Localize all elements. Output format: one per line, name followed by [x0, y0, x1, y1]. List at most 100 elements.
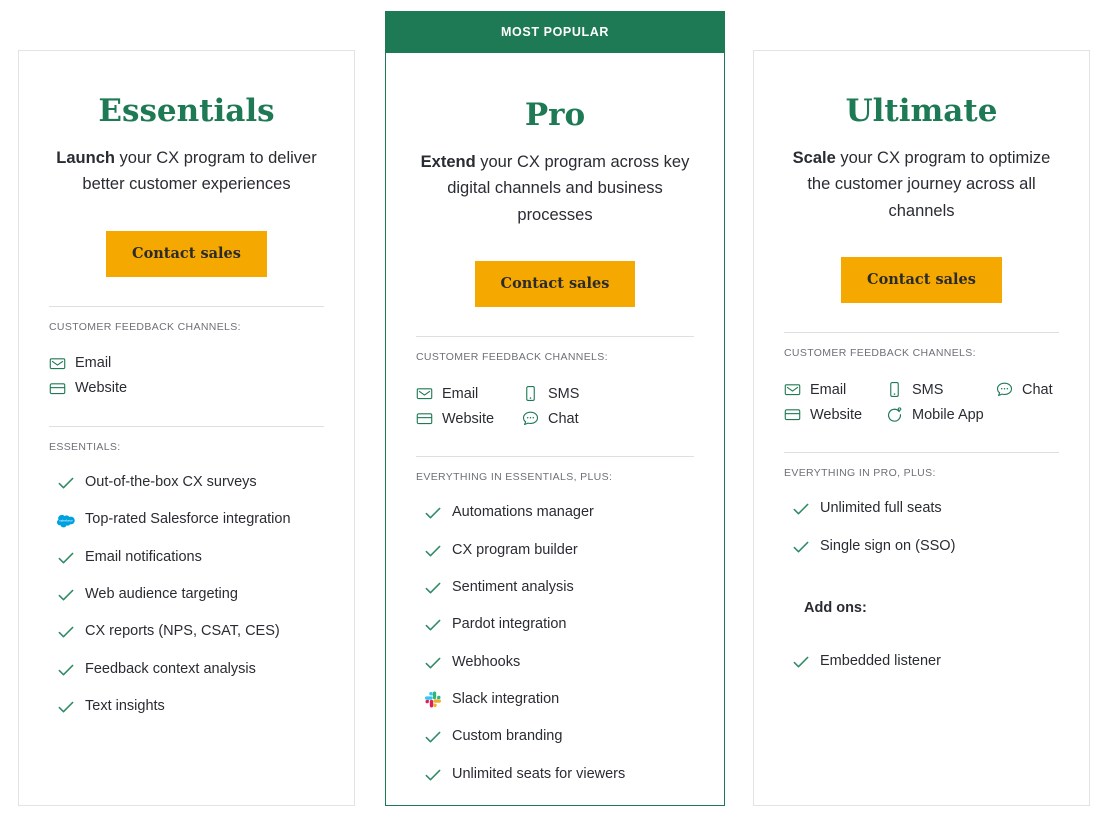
- feature-label: CX reports (NPS, CSAT, CES): [85, 623, 280, 640]
- plan-tagline-rest: your CX program to optimize the customer…: [807, 149, 1051, 220]
- contact-sales-button[interactable]: Contact sales: [841, 257, 1002, 304]
- plan-card-pro: Pro Extend your CX program across key dig…: [385, 11, 725, 806]
- feature-label: Out-of-the-box CX surveys: [85, 473, 257, 490]
- plan-tagline: Launch your CX program to deliver better…: [49, 145, 324, 198]
- addons-heading: Add ons:: [804, 599, 867, 616]
- feature-label: Email notifications: [85, 548, 202, 565]
- sms-icon: [522, 385, 539, 402]
- channel-item: Chat: [522, 410, 694, 427]
- features-section-label: EVERYTHING IN PRO, PLUS:: [784, 467, 936, 480]
- check-icon: [424, 579, 442, 597]
- feature-item: Single sign on (SSO): [792, 537, 1059, 556]
- plan-card-essentials: Essentials Launch your CX program to deli…: [18, 50, 355, 806]
- feature-label: Webhooks: [452, 653, 521, 670]
- feature-item: Embedded listener: [792, 652, 1059, 671]
- website-icon: [416, 410, 433, 427]
- svg-text:salesforce: salesforce: [59, 518, 73, 522]
- feature-item: Text insights: [57, 697, 324, 716]
- feature-label: Custom branding: [452, 728, 563, 745]
- feature-label: Text insights: [85, 697, 165, 714]
- check-icon: [424, 654, 442, 672]
- feature-label: Sentiment analysis: [452, 578, 574, 595]
- chat-icon: [996, 381, 1013, 398]
- channel-item: Email: [416, 385, 508, 402]
- feature-label: Web audience targeting: [85, 585, 238, 602]
- chat-icon: [522, 410, 539, 427]
- plan-card-body: Pro Extend your CX program across key dig…: [386, 11, 724, 805]
- email-icon: [784, 381, 801, 398]
- feature-label: Top-rated Salesforce integration: [85, 511, 291, 528]
- plan-tagline: Scale your CX program to optimize the cu…: [784, 145, 1059, 224]
- salesforce-icon: salesforce: [57, 511, 75, 529]
- check-icon: [424, 766, 442, 784]
- features-section-label: ESSENTIALS:: [49, 440, 121, 453]
- check-icon: [57, 549, 75, 567]
- feature-label: Unlimited seats for viewers: [452, 765, 626, 782]
- plan-card-ultimate: Ultimate Scale your CX program to optimiz…: [753, 50, 1090, 806]
- plan-tagline-rest: your CX program to deliver better custom…: [82, 149, 317, 194]
- feature-label: Slack integration: [452, 690, 560, 707]
- channel-label: Mobile App: [912, 406, 984, 423]
- channels-section-label: CUSTOMER FEEDBACK CHANNELS:: [784, 347, 976, 360]
- channel-list: Email Website SMS Chat: [416, 385, 694, 427]
- most-popular-badge: MOST POPULAR: [385, 11, 725, 53]
- feature-item: Pardot integration: [424, 615, 694, 634]
- feature-item: Sentiment analysis: [424, 578, 694, 597]
- contact-sales-button[interactable]: Contact sales: [106, 230, 267, 277]
- channel-item: SMS: [886, 381, 982, 398]
- feature-list: Embedded listener: [784, 652, 1059, 689]
- cta-container: Contact sales: [784, 257, 1059, 304]
- feature-list: Unlimited full seats Single sign on (SSO): [784, 499, 1059, 574]
- feature-item: Automations manager: [424, 503, 694, 522]
- section-divider: [416, 456, 694, 458]
- channel-item: Chat: [996, 381, 1059, 398]
- plan-tagline-emphasis: Extend: [420, 153, 476, 172]
- channel-item: Email: [784, 381, 872, 398]
- plan-name: Ultimate: [845, 93, 998, 129]
- slack-icon: [424, 691, 442, 709]
- section-divider: [49, 425, 324, 427]
- plan-name: Pro: [524, 97, 586, 133]
- pricing-plans-grid: MOST POPULAR Essentials Launch your CX pr…: [0, 0, 1108, 819]
- feature-item: Unlimited full seats: [792, 499, 1059, 518]
- plan-tagline-emphasis: Scale: [792, 149, 836, 168]
- channel-list: Email Website SMS Mobile App Chat: [784, 381, 1059, 423]
- channel-item: Email: [49, 355, 324, 372]
- plan-card-body: Ultimate Scale your CX program to optimiz…: [754, 51, 1089, 805]
- cta-container: Contact sales: [49, 230, 324, 277]
- check-icon: [57, 586, 75, 604]
- check-icon: [792, 653, 810, 671]
- feature-list: Out-of-the-box CX surveys salesforce Top-r…: [49, 473, 324, 734]
- section-divider: [416, 336, 694, 338]
- sms-icon: [886, 381, 903, 398]
- channel-label: Chat: [548, 410, 579, 427]
- feature-label: Unlimited full seats: [820, 500, 942, 517]
- channel-list: Email Website: [49, 355, 324, 397]
- check-icon: [424, 616, 442, 634]
- contact-sales-button[interactable]: Contact sales: [474, 261, 636, 308]
- email-icon: [49, 355, 66, 372]
- feature-label: Automations manager: [452, 504, 594, 521]
- section-divider: [784, 452, 1059, 454]
- check-icon: [792, 500, 810, 518]
- check-icon: [57, 698, 75, 716]
- plan-tagline-rest: your CX program across key digital chann…: [447, 153, 690, 224]
- channel-label: Email: [810, 381, 847, 398]
- channel-item: Mobile App: [886, 406, 984, 423]
- section-divider: [784, 332, 1059, 334]
- channel-item: SMS: [522, 385, 694, 402]
- mobile-app-icon: [886, 406, 903, 423]
- channel-item: Website: [416, 410, 508, 427]
- section-divider: [49, 305, 324, 307]
- channels-section-label: CUSTOMER FEEDBACK CHANNELS:: [416, 351, 608, 364]
- website-icon: [49, 380, 66, 397]
- feature-item: Out-of-the-box CX surveys: [57, 473, 324, 492]
- feature-item: Feedback context analysis: [57, 660, 324, 679]
- feature-list: Automations manager CX program builder Sen…: [416, 503, 694, 802]
- check-icon: [57, 623, 75, 641]
- feature-item: Web audience targeting: [57, 585, 324, 604]
- check-icon: [792, 538, 810, 556]
- channel-label: SMS: [548, 385, 580, 402]
- channel-label: Email: [75, 355, 112, 372]
- channel-item: Website: [784, 406, 872, 423]
